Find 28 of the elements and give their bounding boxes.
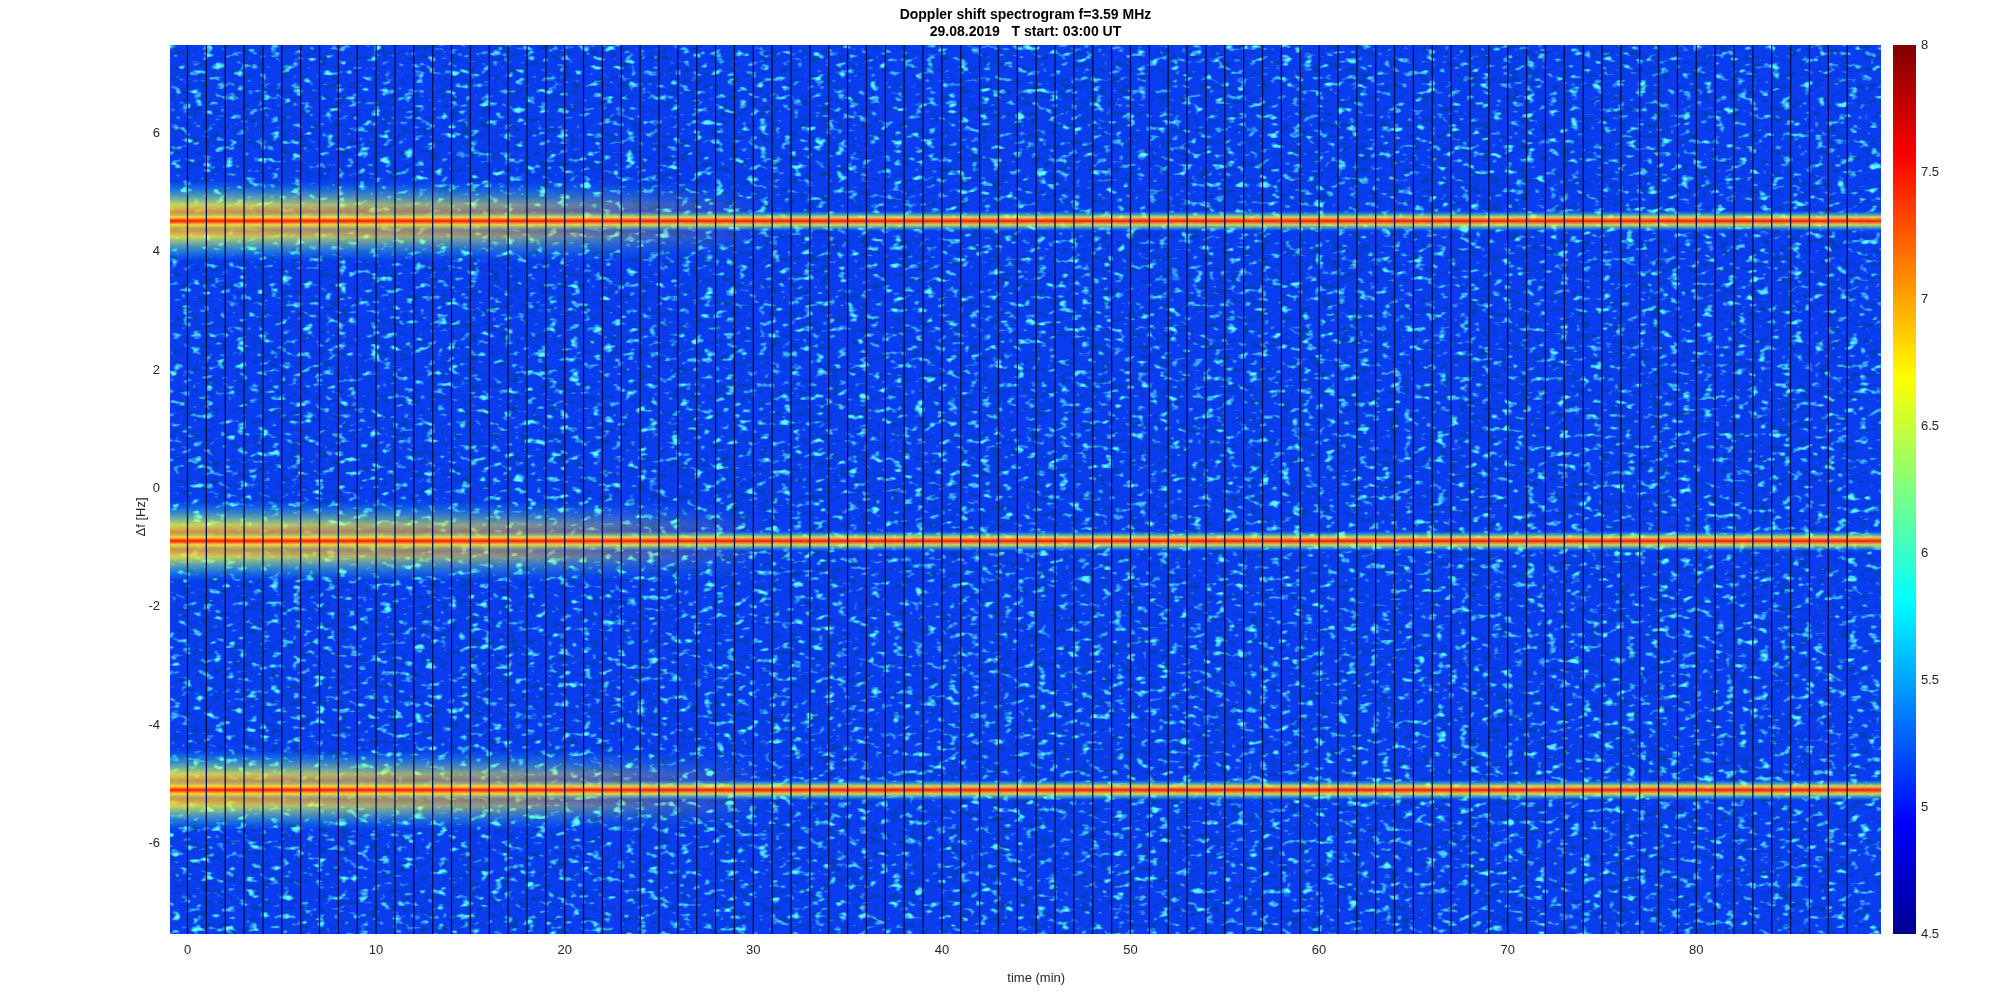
x-tick-label: 50: [1123, 942, 1138, 957]
x-tick-label: 10: [368, 942, 384, 957]
x-tick-label: 30: [746, 942, 761, 957]
x-tick-label: 40: [934, 942, 950, 957]
x-tick-label: 70: [1500, 942, 1515, 957]
colorbar-tick-label: 5: [1921, 799, 1929, 814]
chart-title: Doppler shift spectrogram f=3.59 MHz: [899, 6, 1152, 22]
colorbar-tick-label: 4.5: [1921, 926, 1940, 941]
x-tick-label: 80: [1689, 942, 1704, 957]
y-tick-label: 2: [152, 361, 160, 377]
y-tick-label: 4: [152, 243, 160, 259]
chart-subtitle: 29.08.2019 T start: 03:00 UT: [929, 23, 1122, 39]
colorbar-tick-label: 5.5: [1921, 672, 1940, 687]
x-tick-label: 60: [1311, 942, 1327, 957]
y-tick-label: 0: [152, 479, 160, 495]
colorbar-tick-label: 6.5: [1921, 418, 1940, 433]
x-tick-label: 0: [183, 942, 192, 957]
colorbar-tick-label: 7: [1921, 291, 1929, 306]
y-axis-label: Δf [Hz]: [132, 497, 148, 537]
colorbar-tick-label: 8: [1921, 37, 1929, 52]
x-axis-label: time (min): [1007, 970, 1066, 985]
y-tick-label: -6: [148, 835, 160, 851]
x-tick-label: 20: [557, 942, 572, 957]
y-tick-label: -2: [148, 598, 160, 614]
y-tick-label: -4: [148, 716, 160, 732]
colorbar-tick-label: 6: [1921, 545, 1929, 560]
y-tick-label: 6: [152, 124, 160, 140]
colorbar-tick-label: 7.5: [1921, 164, 1940, 179]
